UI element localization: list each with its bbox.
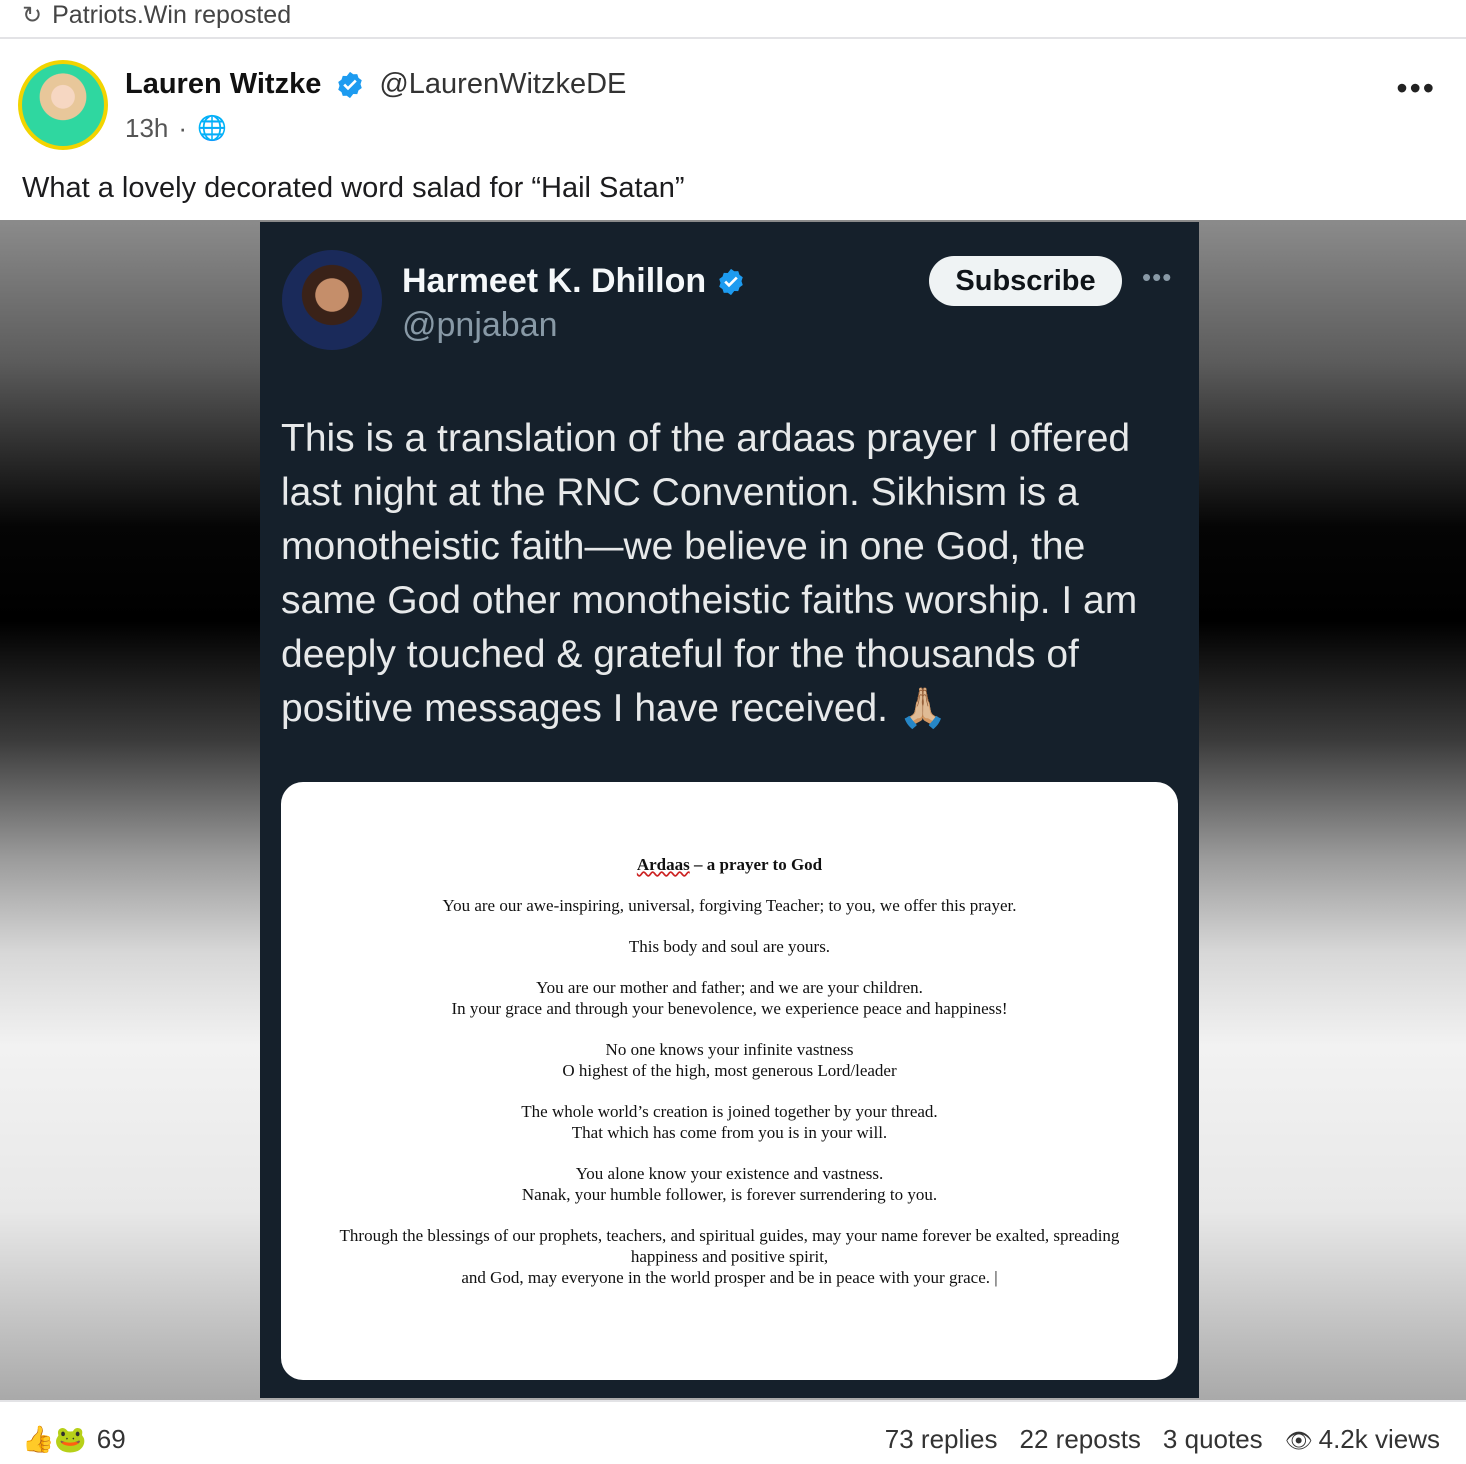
- document-line: That which has come from you is in your …: [571, 1123, 888, 1142]
- globe-icon: 🌐: [197, 115, 227, 142]
- author-handle[interactable]: @LaurenWitzkeDE: [379, 68, 626, 101]
- document-line: happiness and positive spirit,: [630, 1247, 829, 1266]
- tweet-subscribe-button: Subscribe: [929, 256, 1122, 306]
- document-paragraph: You are our awe-inspiring, universal, fo…: [281, 895, 1178, 916]
- repost-banner[interactable]: ↻ Patriots.Win reposted: [22, 0, 291, 30]
- tweet-more-icon: •••: [1142, 262, 1173, 292]
- post-stats: 73 replies 22 reposts 3 quotes 👁 4.2k vie…: [885, 1424, 1440, 1455]
- document-paragraph: You alone know your existence and vastne…: [281, 1163, 1178, 1205]
- repost-text: Patriots.Win reposted: [52, 0, 292, 29]
- document-line: You are our mother and father; and we ar…: [536, 978, 923, 997]
- document-line: Nanak, your humble follower, is forever …: [521, 1185, 938, 1204]
- document-line: O highest of the high, most generous Lor…: [562, 1061, 897, 1080]
- post-meta: 13h · 🌐: [125, 113, 227, 144]
- document-paragraph: Through the blessings of our prophets, t…: [281, 1225, 1178, 1288]
- document-title-word: Ardaas: [636, 855, 690, 874]
- post-media[interactable]: Harmeet K. Dhillon @pnjaban Subscribe ••…: [0, 220, 1466, 1400]
- prayer-document-card: Ardaas – a prayer to God You are our awe…: [281, 782, 1178, 1380]
- document-title-rest: – a prayer to God: [689, 855, 823, 874]
- tweet-avatar: [282, 250, 382, 350]
- avatar-photo: [22, 64, 104, 146]
- meta-separator: ·: [178, 113, 188, 143]
- repost-icon: ↻: [22, 1, 43, 29]
- post-time[interactable]: 13h: [125, 113, 168, 144]
- author-name[interactable]: Lauren Witzke: [125, 68, 321, 101]
- divider: [0, 37, 1466, 39]
- document-paragraph: The whole world’s creation is joined tog…: [281, 1101, 1178, 1143]
- document-line: You are our awe-inspiring, universal, fo…: [442, 896, 1017, 915]
- more-options-button[interactable]: •••: [1396, 70, 1436, 107]
- document-paragraph: No one knows your infinite vastness O hig…: [281, 1039, 1178, 1081]
- document-line: The whole world’s creation is joined tog…: [521, 1102, 938, 1121]
- reactions[interactable]: 👍🐸 69: [22, 1424, 126, 1455]
- document-paragraph: This body and soul are yours.: [281, 936, 1178, 957]
- verified-badge-icon: [338, 71, 363, 98]
- document-line: In your grace and through your benevolen…: [451, 999, 1008, 1018]
- replies-count[interactable]: 73 replies: [885, 1424, 998, 1455]
- eye-icon: 👁: [1284, 1428, 1313, 1453]
- quotes-count[interactable]: 3 quotes: [1163, 1424, 1263, 1455]
- document-paragraph: You are our mother and father; and we ar…: [281, 977, 1178, 1019]
- views-count: 4.2k views: [1318, 1424, 1440, 1454]
- views-stat: 👁 4.2k views: [1285, 1424, 1440, 1455]
- avatar[interactable]: [18, 60, 108, 150]
- reaction-icons: 👍🐸: [22, 1424, 87, 1454]
- tweet-name-row: Harmeet K. Dhillon: [402, 262, 746, 301]
- document-line: You alone know your existence and vastne…: [575, 1164, 884, 1183]
- document-line: and God, may everyone in the world prosp…: [461, 1268, 998, 1287]
- tweet-body-text: This is a translation of the ardaas pray…: [281, 417, 1138, 730]
- document-line: Through the blessings of our prophets, t…: [339, 1226, 1120, 1245]
- tweet-verified-icon: [719, 268, 743, 295]
- post-text: What a lovely decorated word salad for “…: [22, 172, 685, 204]
- prayer-document: Ardaas – a prayer to God You are our awe…: [281, 854, 1178, 1308]
- reposts-count[interactable]: 22 reposts: [1020, 1424, 1141, 1455]
- document-title: Ardaas – a prayer to God: [281, 854, 1178, 875]
- embedded-tweet-screenshot: Harmeet K. Dhillon @pnjaban Subscribe ••…: [260, 222, 1199, 1398]
- reaction-count: 69: [96, 1424, 126, 1454]
- tweet-author-handle: @pnjaban: [402, 306, 558, 344]
- tweet-author-name: Harmeet K. Dhillon: [402, 262, 707, 300]
- post-footer: 👍🐸 69 73 replies 22 reposts 3 quotes 👁 4.…: [0, 1400, 1466, 1464]
- document-line: This body and soul are yours.: [628, 937, 831, 956]
- document-line: No one knows your infinite vastness: [605, 1040, 854, 1059]
- author-row: Lauren Witzke @LaurenWitzkeDE: [125, 68, 626, 101]
